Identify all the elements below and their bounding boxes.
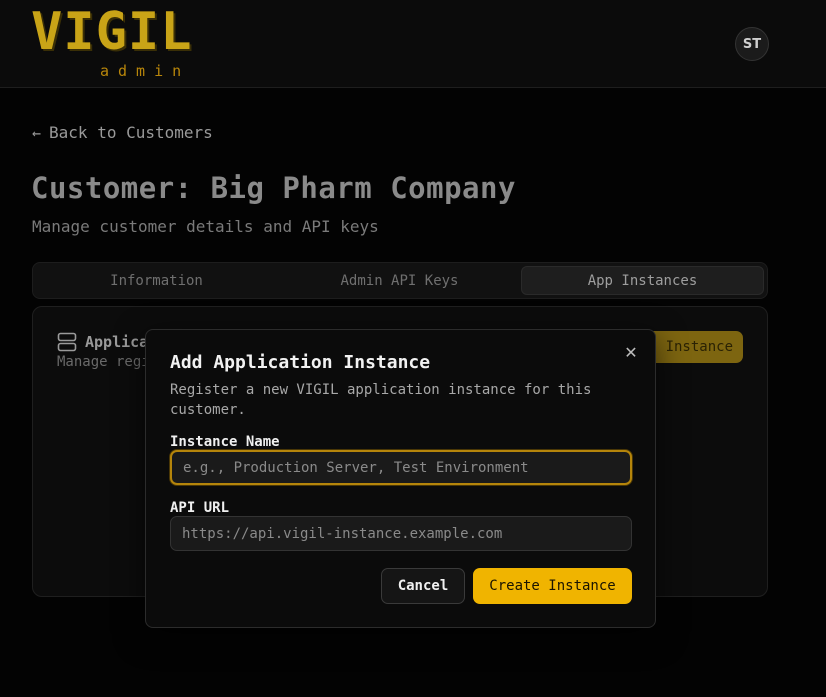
- tab-app-instances[interactable]: App Instances: [521, 266, 764, 295]
- page: VIGIL admin ST ← Back to Customers Custo…: [0, 0, 826, 697]
- arrow-left-icon: ←: [32, 123, 42, 142]
- instance-name-input[interactable]: [170, 450, 632, 485]
- card-description: Manage regi: [57, 354, 150, 370]
- user-avatar[interactable]: ST: [735, 27, 769, 61]
- api-url-label: API URL: [170, 500, 230, 516]
- add-instance-dialog: ✕ Add Application Instance Register a ne…: [145, 329, 656, 628]
- logo-word: VIGIL: [31, 2, 193, 62]
- close-icon[interactable]: ✕: [622, 344, 640, 362]
- page-title: Customer: Big Pharm Company: [31, 171, 516, 205]
- tab-information[interactable]: Information: [35, 266, 278, 295]
- card-title: Applica: [85, 333, 149, 351]
- tab-list: Information Admin API Keys App Instances: [32, 262, 768, 299]
- dialog-title: Add Application Instance: [170, 352, 431, 373]
- instance-name-label: Instance Name: [170, 434, 280, 450]
- create-instance-button[interactable]: Create Instance: [473, 568, 632, 604]
- back-link-label: Back to Customers: [49, 123, 213, 142]
- add-instance-button[interactable]: Instance: [647, 331, 743, 363]
- api-url-input[interactable]: [170, 516, 632, 551]
- app-header: VIGIL admin ST: [0, 0, 826, 88]
- server-icon: [57, 332, 77, 352]
- dialog-description: Register a new VIGIL application instanc…: [170, 382, 592, 418]
- tab-admin-api-keys[interactable]: Admin API Keys: [278, 266, 521, 295]
- vigil-logo[interactable]: VIGIL admin: [31, 2, 193, 80]
- logo-subtitle: admin: [100, 62, 191, 80]
- page-subtitle: Manage customer details and API keys: [32, 217, 379, 236]
- cancel-button[interactable]: Cancel: [381, 568, 465, 604]
- back-to-customers-link[interactable]: ← Back to Customers: [32, 123, 213, 142]
